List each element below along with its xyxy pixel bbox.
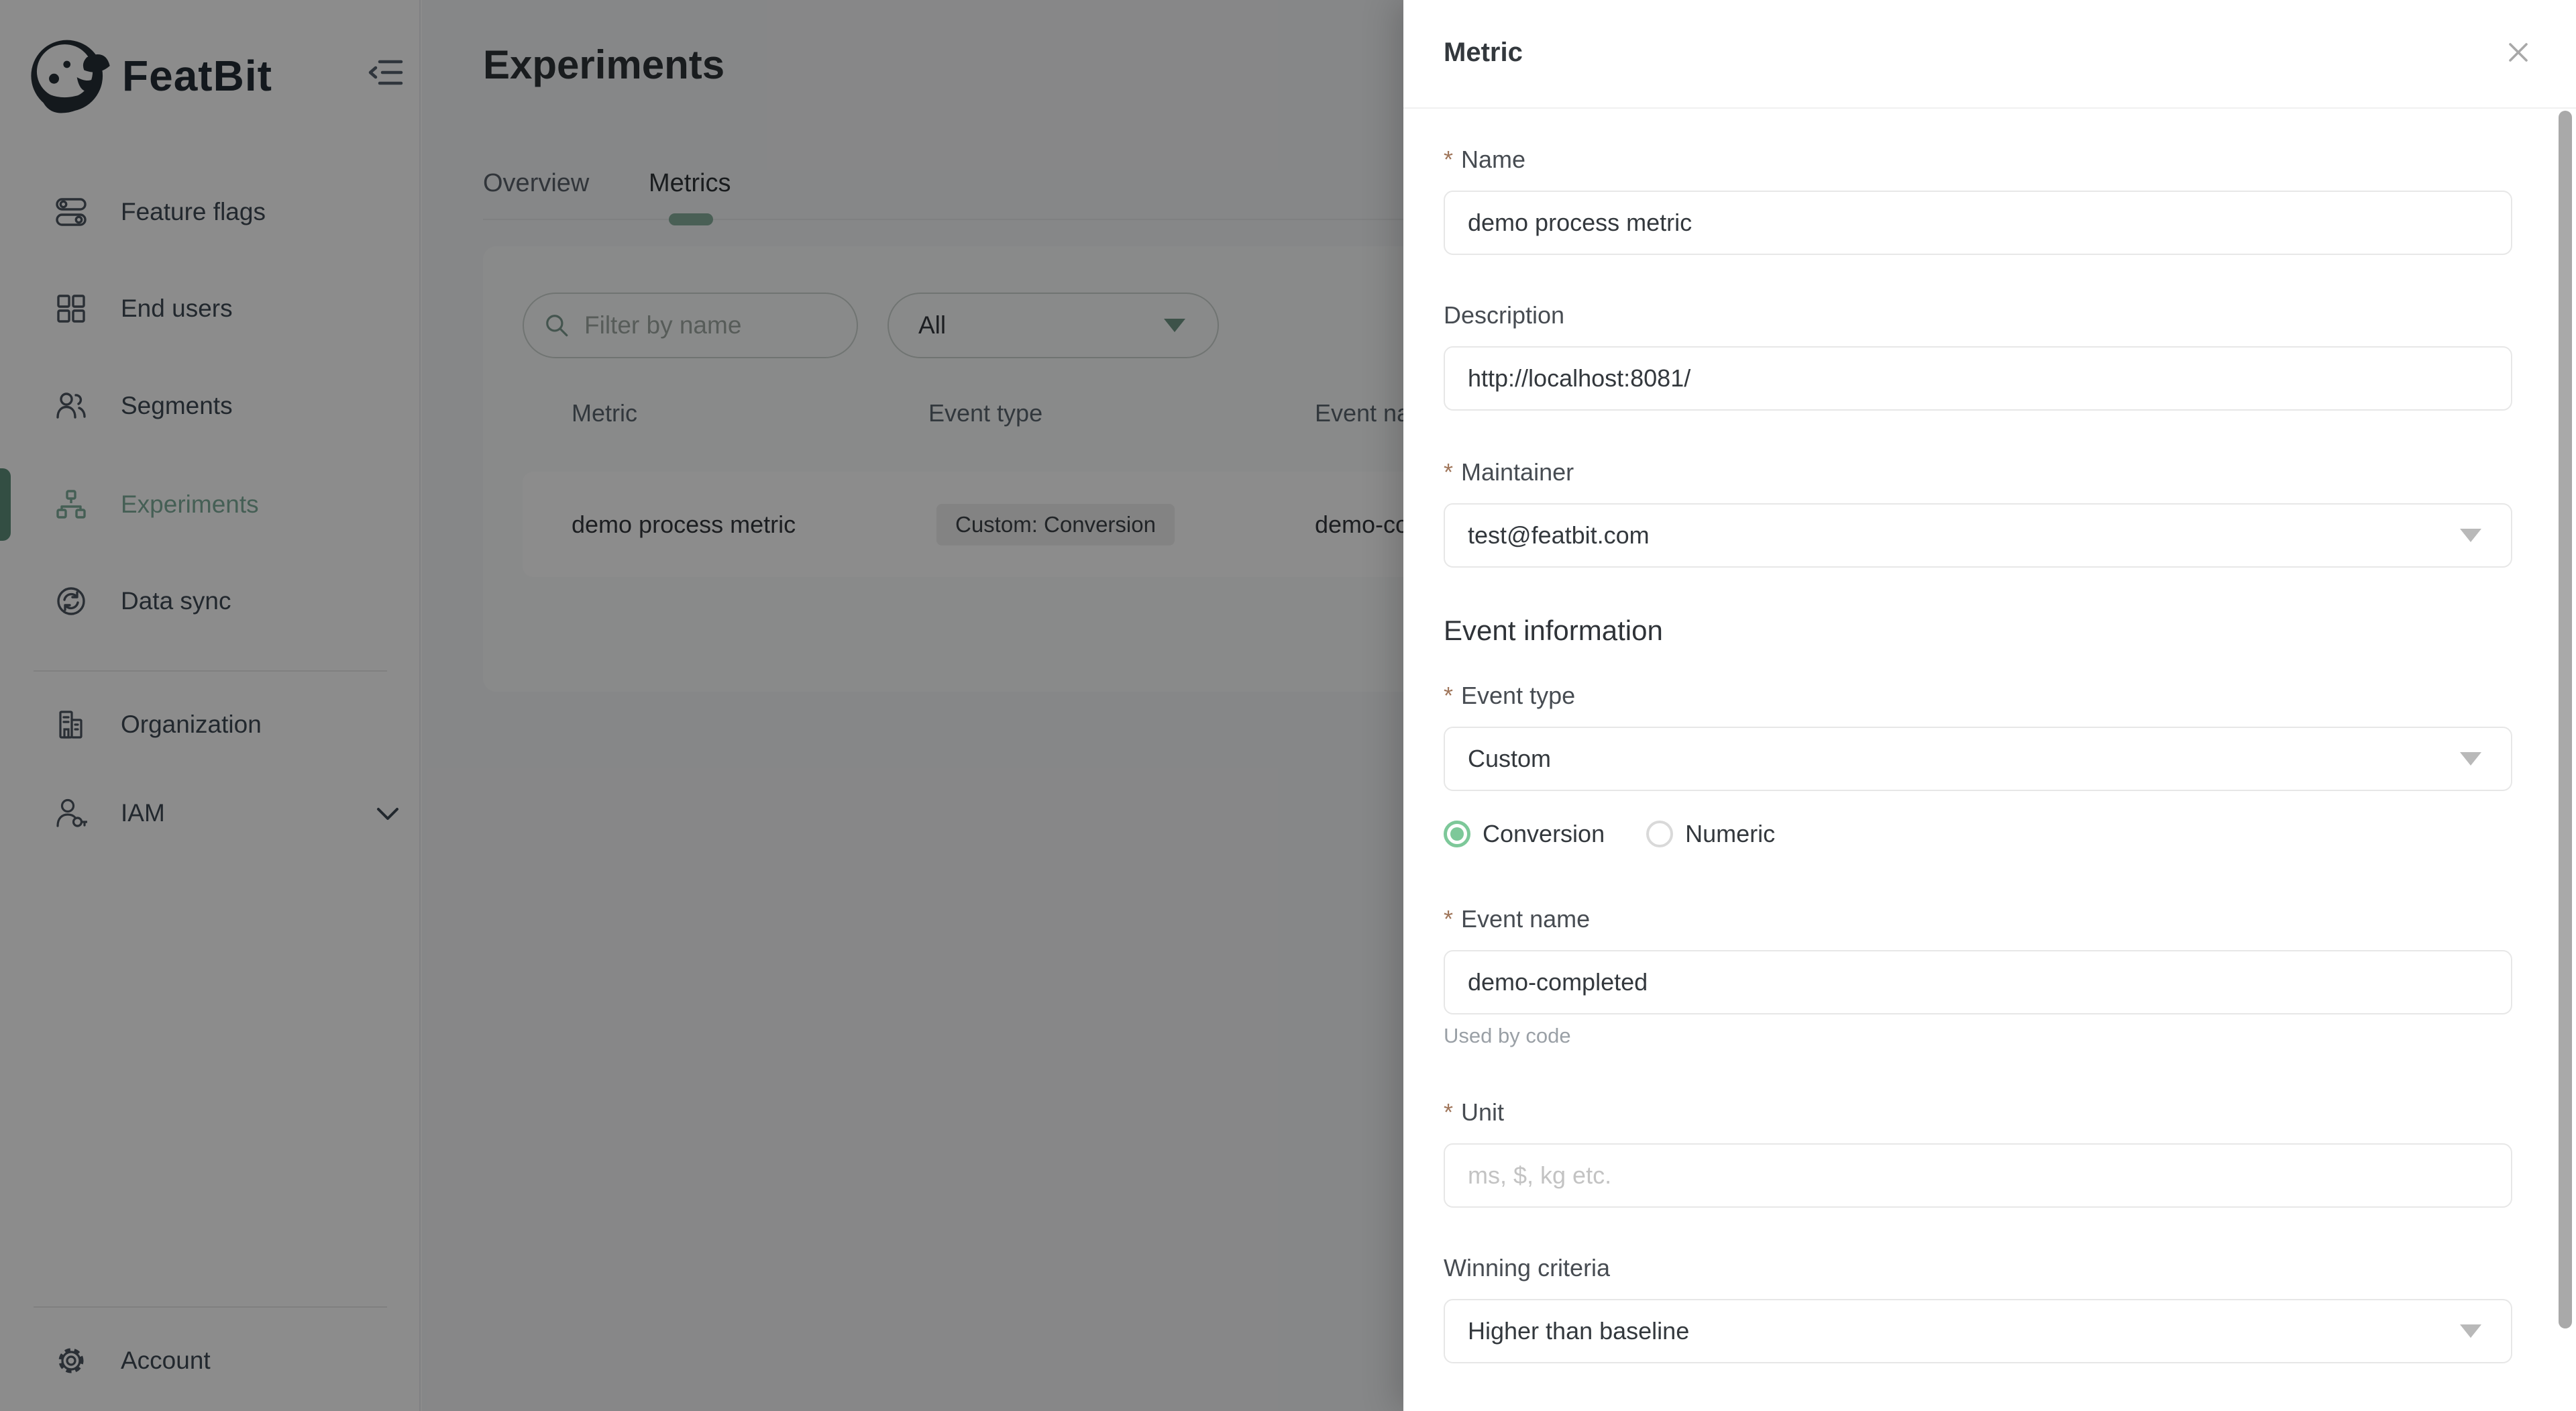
event-type-select[interactable]: Custom xyxy=(1444,727,2512,791)
unit-label: * Unit xyxy=(1444,1096,2512,1129)
radio-conversion-label[interactable]: Conversion xyxy=(1483,820,1605,848)
event-type-value: Custom xyxy=(1468,745,1551,773)
radio-conversion[interactable] xyxy=(1444,821,1470,847)
description-label: Description xyxy=(1444,299,2512,331)
radio-numeric[interactable] xyxy=(1646,821,1673,847)
event-information-heading: Event information xyxy=(1444,615,2512,649)
event-type-label: * Event type xyxy=(1444,680,2512,712)
dropdown-caret-icon xyxy=(2460,529,2481,542)
maintainer-select[interactable]: test@featbit.com xyxy=(1444,503,2512,568)
maintainer-label: * Maintainer xyxy=(1444,456,2512,488)
winning-criteria-value: Higher than baseline xyxy=(1468,1317,1689,1345)
maintainer-value: test@featbit.com xyxy=(1468,521,1650,550)
winning-criteria-select[interactable]: Higher than baseline xyxy=(1444,1299,2512,1363)
name-label: * Name xyxy=(1444,144,2512,176)
required-marker: * xyxy=(1444,905,1453,933)
required-marker: * xyxy=(1444,1098,1453,1127)
unit-field[interactable] xyxy=(1444,1143,2512,1208)
close-icon[interactable] xyxy=(2504,38,2533,67)
metric-form: * Name Description * Maintainer test@fea… xyxy=(1444,109,2512,1363)
event-name-label: * Event name xyxy=(1444,903,2512,935)
radio-numeric-label[interactable]: Numeric xyxy=(1685,820,1775,848)
event-kind-radio-group: Conversion Numeric xyxy=(1444,818,2512,850)
required-marker: * xyxy=(1444,682,1453,710)
drawer-title: Metric xyxy=(1444,38,1523,68)
drawer-backdrop[interactable] xyxy=(0,0,1403,1411)
description-field[interactable] xyxy=(1444,346,2512,411)
metric-drawer: Metric * Name Description * Maintainer t… xyxy=(1403,0,2576,1411)
radio-dot xyxy=(1450,827,1464,841)
drawer-header: Metric xyxy=(1403,0,2576,109)
featbit-app: FeatBit Feature flags End users xyxy=(0,0,2576,1411)
drawer-scrollbar[interactable] xyxy=(2559,111,2572,1328)
winning-criteria-label: Winning criteria xyxy=(1444,1252,2512,1284)
event-name-field[interactable] xyxy=(1444,950,2512,1014)
event-name-hint: Used by code xyxy=(1444,1024,2512,1048)
dropdown-caret-icon xyxy=(2460,752,2481,766)
dropdown-caret-icon xyxy=(2460,1324,2481,1338)
required-marker: * xyxy=(1444,146,1453,174)
name-field[interactable] xyxy=(1444,191,2512,255)
required-marker: * xyxy=(1444,458,1453,486)
